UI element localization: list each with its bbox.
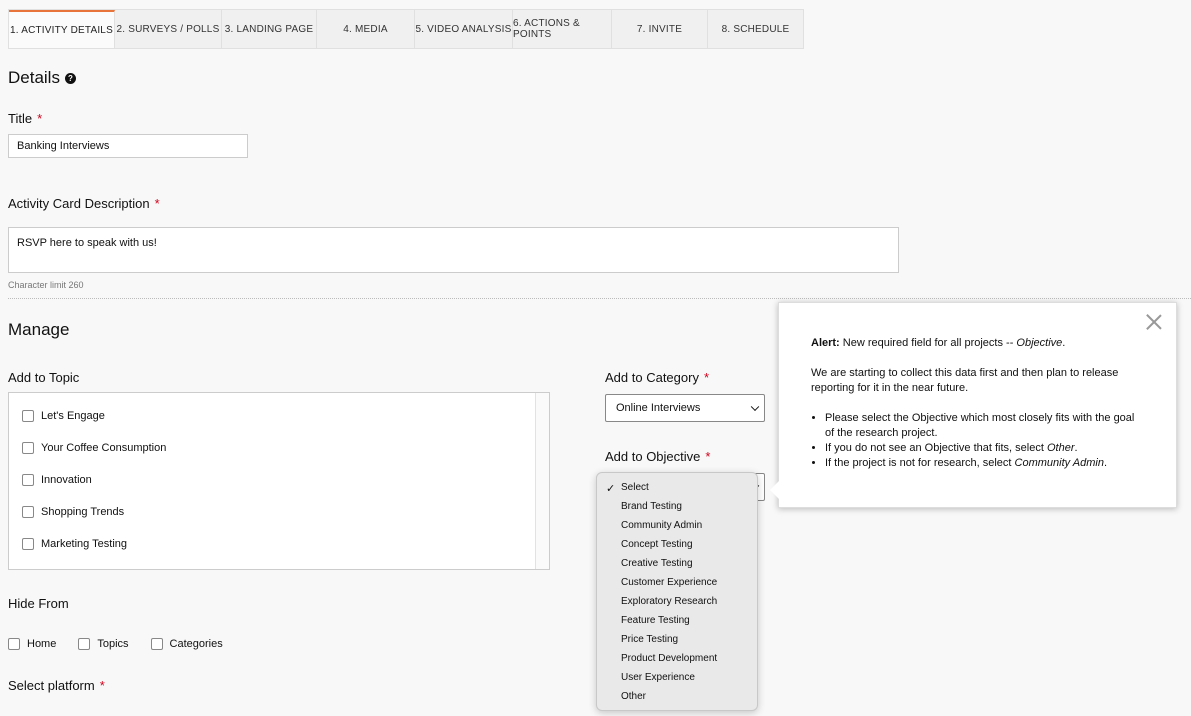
description-label-text: Activity Card Description bbox=[8, 196, 150, 211]
bullet-text: If the project is not for research, sele… bbox=[825, 457, 1015, 469]
checkbox[interactable] bbox=[22, 474, 34, 486]
objective-alert-popover: Alert: New required field for all projec… bbox=[770, 302, 1177, 508]
platform-label: Select platform * bbox=[8, 678, 105, 693]
tab-actions-points[interactable]: 6. Actions & Points bbox=[513, 10, 612, 48]
alert-paragraph: We are starting to collect this data fir… bbox=[811, 367, 1119, 394]
title-input[interactable]: Banking Interviews bbox=[8, 134, 248, 158]
popover-arrow bbox=[770, 481, 779, 499]
objective-option[interactable]: Exploratory Research bbox=[597, 592, 757, 611]
checkmark-icon: ✓ bbox=[606, 483, 616, 495]
required-mark: * bbox=[705, 449, 711, 464]
objective-dropdown-menu: ✓ Select Brand Testing Community Admin Co… bbox=[596, 472, 758, 711]
bullet-text: If you do not see an Objective that fits… bbox=[825, 442, 1047, 454]
close-icon[interactable] bbox=[1145, 313, 1163, 331]
manage-heading: Manage bbox=[8, 320, 70, 339]
objective-option[interactable]: Concept Testing bbox=[597, 535, 757, 554]
objective-label-text: Add to Objective bbox=[605, 449, 701, 464]
help-icon[interactable]: ? bbox=[64, 73, 76, 84]
objective-option[interactable]: Creative Testing bbox=[597, 554, 757, 573]
tab-schedule[interactable]: 8. Schedule bbox=[708, 10, 803, 48]
objective-option[interactable]: Community Admin bbox=[597, 516, 757, 535]
alert-bullet: If the project is not for research, sele… bbox=[825, 456, 1144, 471]
objective-option[interactable]: Customer Experience bbox=[597, 573, 757, 592]
section-divider bbox=[8, 298, 1191, 299]
alert-bullet: Please select the Objective which most c… bbox=[825, 411, 1144, 441]
topic-item[interactable]: Let's Engage bbox=[22, 410, 105, 422]
required-mark: * bbox=[37, 111, 43, 126]
bullet-text: . bbox=[1103, 457, 1108, 469]
option-label: Select bbox=[621, 482, 649, 493]
checkbox[interactable] bbox=[22, 442, 34, 454]
objective-option[interactable]: Brand Testing bbox=[597, 497, 757, 516]
character-limit-hint: Character limit 260 bbox=[8, 280, 84, 290]
topic-item[interactable]: Innovation bbox=[22, 474, 92, 486]
tab-activity-details[interactable]: 1. Activity Details bbox=[9, 10, 115, 48]
topic-item[interactable]: Shopping Trends bbox=[22, 506, 124, 518]
hide-option-label: Categories bbox=[169, 638, 223, 650]
tab-invite[interactable]: 7. Invite bbox=[612, 10, 708, 48]
topic-item-label: Let's Engage bbox=[41, 410, 105, 422]
checkbox[interactable] bbox=[8, 638, 20, 650]
checkbox[interactable] bbox=[78, 638, 91, 650]
tab-surveys-polls[interactable]: 2. Surveys / Polls bbox=[115, 10, 222, 48]
objective-option[interactable]: User Experience bbox=[597, 668, 757, 687]
hide-from-label: Hide From bbox=[8, 596, 69, 611]
category-select[interactable]: Online Interviews bbox=[605, 394, 765, 422]
details-heading-text: Details bbox=[8, 68, 60, 87]
hide-from-options: Home Topics Categories bbox=[8, 638, 245, 650]
tab-video-analysis[interactable]: 5. Video Analysis bbox=[415, 10, 513, 48]
topic-label: Add to Topic bbox=[8, 370, 80, 385]
title-label: Title * bbox=[8, 111, 42, 126]
hide-categories-option[interactable]: Categories bbox=[150, 638, 223, 650]
alert-italic: Objective bbox=[1016, 337, 1063, 349]
alert-end: . bbox=[1062, 337, 1066, 349]
required-mark: * bbox=[154, 196, 160, 211]
hide-topics-option[interactable]: Topics bbox=[78, 638, 129, 650]
topic-item[interactable]: Your Coffee Consumption bbox=[22, 442, 166, 454]
title-label-text: Title bbox=[8, 111, 33, 126]
checkbox[interactable] bbox=[150, 638, 163, 650]
objective-option[interactable]: Price Testing bbox=[597, 630, 757, 649]
alert-bullets: Please select the Objective which most c… bbox=[811, 411, 1144, 471]
category-label-text: Add to Category bbox=[605, 370, 699, 385]
hide-home-option[interactable]: Home bbox=[8, 638, 56, 650]
checkbox[interactable] bbox=[22, 538, 34, 550]
category-label: Add to Category * bbox=[605, 370, 709, 385]
step-tabs: 1. Activity Details 2. Surveys / Polls 3… bbox=[8, 9, 804, 49]
platform-label-text: Select platform bbox=[8, 678, 95, 693]
tab-landing-page[interactable]: 3. Landing Page bbox=[222, 10, 317, 48]
topic-item-label: Your Coffee Consumption bbox=[41, 442, 167, 454]
hide-option-label: Home bbox=[27, 638, 57, 650]
checkbox[interactable] bbox=[22, 506, 34, 518]
description-textarea[interactable]: RSVP here to speak with us! bbox=[8, 227, 899, 273]
objective-option[interactable]: Feature Testing bbox=[597, 611, 757, 630]
chevron-down-icon bbox=[750, 402, 760, 412]
bullet-text: . bbox=[1074, 442, 1078, 454]
description-label: Activity Card Description * bbox=[8, 196, 160, 211]
topic-item-label: Shopping Trends bbox=[41, 506, 125, 518]
objective-option[interactable]: Product Development bbox=[597, 649, 757, 668]
topic-item-label: Innovation bbox=[41, 474, 92, 486]
required-mark: * bbox=[703, 370, 710, 385]
objective-option[interactable]: Other bbox=[597, 687, 757, 706]
topic-list: Let's Engage Your Coffee Consumption Inn… bbox=[8, 392, 550, 570]
bullet-em: Other bbox=[1046, 442, 1075, 454]
required-mark: * bbox=[99, 678, 105, 693]
details-heading: Details? bbox=[8, 68, 76, 88]
topic-item-label: Marketing Testing bbox=[41, 538, 128, 550]
alert-message: Alert: New required field for all projec… bbox=[811, 336, 1144, 351]
hide-option-label: Topics bbox=[97, 638, 129, 650]
alert-bullet: If you do not see an Objective that fits… bbox=[825, 441, 1144, 456]
alert-text: New required field for all projects -- bbox=[839, 337, 1017, 349]
objective-option-select[interactable]: ✓ Select bbox=[597, 478, 757, 497]
topic-item[interactable]: Marketing Testing bbox=[22, 538, 127, 550]
category-select-value: Online Interviews bbox=[616, 402, 701, 414]
alert-bold: Alert: bbox=[811, 337, 840, 349]
objective-label: Add to Objective * bbox=[605, 449, 710, 464]
tab-media[interactable]: 4. Media bbox=[317, 10, 415, 48]
bullet-em: Community Admin bbox=[1014, 457, 1104, 469]
topic-scrollbar[interactable] bbox=[535, 393, 549, 569]
checkbox[interactable] bbox=[22, 410, 34, 422]
